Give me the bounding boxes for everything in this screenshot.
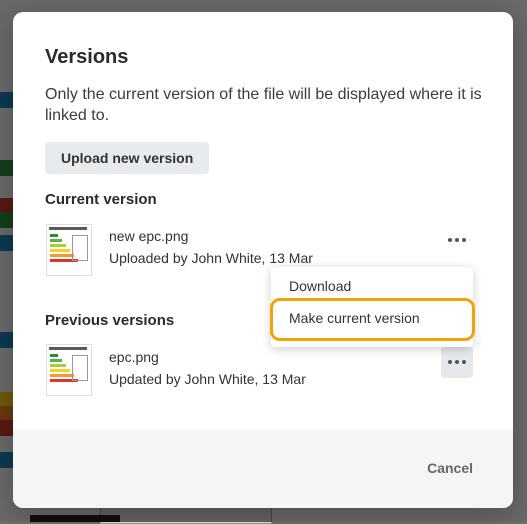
dialog-description: Only the current version of the file wil…	[45, 86, 482, 124]
current-file-name: new epc.png	[109, 228, 189, 244]
more-options-icon	[448, 360, 452, 364]
versions-dialog: Versions Only the current version of the…	[13, 12, 513, 508]
current-file-meta: Uploaded by John White, 13 Mar	[109, 250, 313, 266]
epc-chart-thumbnail-icon	[46, 224, 92, 276]
upload-new-version-button[interactable]: Upload new version	[45, 142, 210, 174]
previous-file-meta: Updated by John White, 13 Mar	[109, 371, 306, 387]
menu-item-download[interactable]: Download	[289, 278, 351, 294]
current-version-heading: Current version	[45, 191, 157, 208]
epc-chart-thumbnail-icon	[46, 344, 92, 396]
highlight-outline	[270, 298, 475, 341]
cancel-button[interactable]: Cancel	[427, 460, 473, 476]
current-version-more-button[interactable]	[441, 224, 473, 256]
dialog-footer: Cancel	[13, 430, 513, 508]
previous-versions-heading: Previous versions	[45, 312, 175, 329]
dialog-title: Versions	[45, 46, 129, 68]
previous-version-more-button[interactable]	[441, 346, 473, 378]
previous-file-name: epc.png	[109, 349, 159, 365]
more-options-icon	[448, 238, 452, 242]
